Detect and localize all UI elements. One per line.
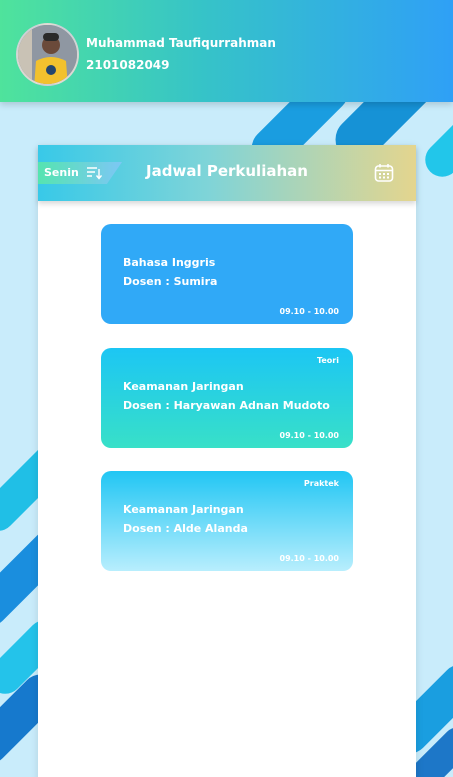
course-lecturer: Dosen : Alde Alanda: [123, 522, 248, 535]
schedule-header: Senin Jadwal Perkuliahan: [38, 145, 416, 201]
course-card[interactable]: Praktek Keamanan Jaringan Dosen : Alde A…: [101, 471, 353, 571]
user-photo-icon: [18, 25, 77, 84]
course-lecturer: Dosen : Sumira: [123, 275, 218, 288]
user-id: 2101082049: [86, 58, 170, 72]
schedule-panel: Senin Jadwal Perkuliahan Bahasa Inggris …: [38, 145, 416, 777]
course-type: Praktek: [303, 479, 339, 488]
course-name: Bahasa Inggris: [123, 256, 216, 269]
course-name: Keamanan Jaringan: [123, 380, 244, 393]
course-time: 09.10 - 10.00: [279, 431, 340, 440]
user-avatar[interactable]: [16, 23, 79, 86]
course-time: 09.10 - 10.00: [279, 307, 340, 316]
user-name: Muhammad Taufiqurrahman: [86, 36, 276, 50]
course-type: Teori: [316, 356, 339, 365]
course-lecturer: Dosen : Haryawan Adnan Mudoto: [123, 399, 330, 412]
profile-header: Muhammad Taufiqurrahman 2101082049: [0, 0, 453, 102]
course-time: 09.10 - 10.00: [279, 554, 340, 563]
background-stripe: [418, 110, 453, 184]
calendar-icon[interactable]: [374, 163, 394, 183]
course-card[interactable]: Bahasa Inggris Dosen : Sumira 09.10 - 10…: [101, 224, 353, 324]
page-title: Jadwal Perkuliahan: [146, 162, 308, 180]
course-card[interactable]: Teori Keamanan Jaringan Dosen : Haryawan…: [101, 348, 353, 448]
course-name: Keamanan Jaringan: [123, 503, 244, 516]
